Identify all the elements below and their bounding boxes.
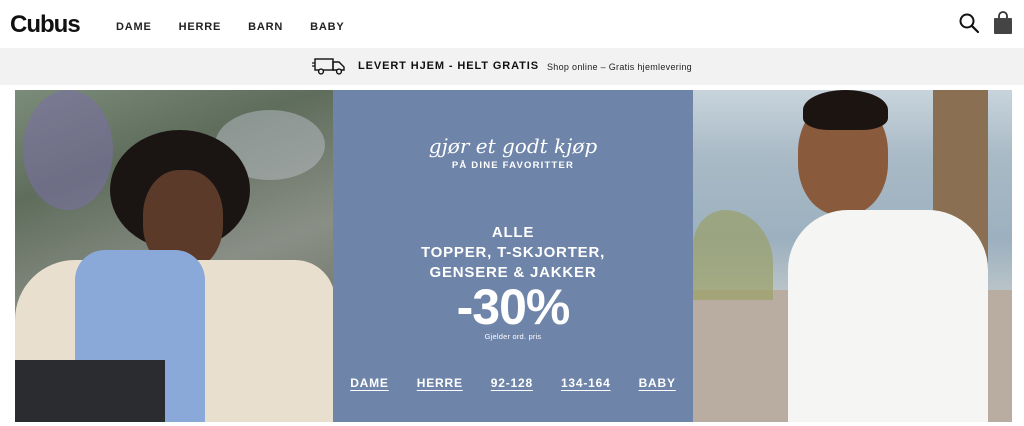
hair-shape [803,90,888,130]
promo-main-text: LEVERT HJEM - HELT GRATIS [358,60,539,72]
link-dame[interactable]: DAME [350,376,389,390]
tshirt-shape [788,210,988,422]
link-herre[interactable]: HERRE [417,376,463,390]
nav-item-dame[interactable]: DAME [116,21,152,33]
promo-panel[interactable]: gjør et godt kjøp PÅ DINE FAVORITTER ALL… [333,90,693,422]
jacket-dark-shape [15,360,165,422]
link-baby[interactable]: BABY [639,376,676,390]
link-92-128[interactable]: 92-128 [491,376,533,390]
nav-item-barn[interactable]: BARN [248,21,283,33]
shopping-bag-icon[interactable] [992,11,1014,35]
link-134-164[interactable]: 134-164 [561,376,611,390]
promo-bar[interactable]: LEVERT HJEM - HELT GRATIS Shop online – … [0,48,1024,85]
promo-script-subtitle: PÅ DINE FAVORITTER [451,160,575,171]
nav-item-baby[interactable]: BABY [310,21,344,33]
main-nav: DAME HERRE BARN BABY [116,21,371,33]
hero-banner[interactable]: gjør et godt kjøp PÅ DINE FAVORITTER ALL… [15,90,1012,422]
hero-photo-right[interactable] [693,90,1012,422]
hero-photo-left[interactable] [15,90,333,422]
search-icon[interactable] [958,12,980,34]
category-links: DAME HERRE 92-128 134-164 BABY [333,376,693,390]
promo-line-1: ALLE [491,224,535,241]
discount-note: Gjelder ord. pris [484,332,542,341]
promo-line-2: TOPPER, T-SKJORTER, [420,244,606,261]
promo-sub-text: Shop online – Gratis hjemlevering [547,62,692,72]
cubus-logo[interactable]: Cubus [10,11,81,39]
nav-item-herre[interactable]: HERRE [179,21,222,33]
truck-icon [312,58,345,75]
plants-decoration [693,210,773,300]
site-header: Cubus DAME HERRE BARN BABY [0,0,1024,48]
flower-decoration [23,90,113,210]
discount-value: -30% [456,279,571,335]
promo-script-title: gjør et godt kjøp [428,134,598,158]
